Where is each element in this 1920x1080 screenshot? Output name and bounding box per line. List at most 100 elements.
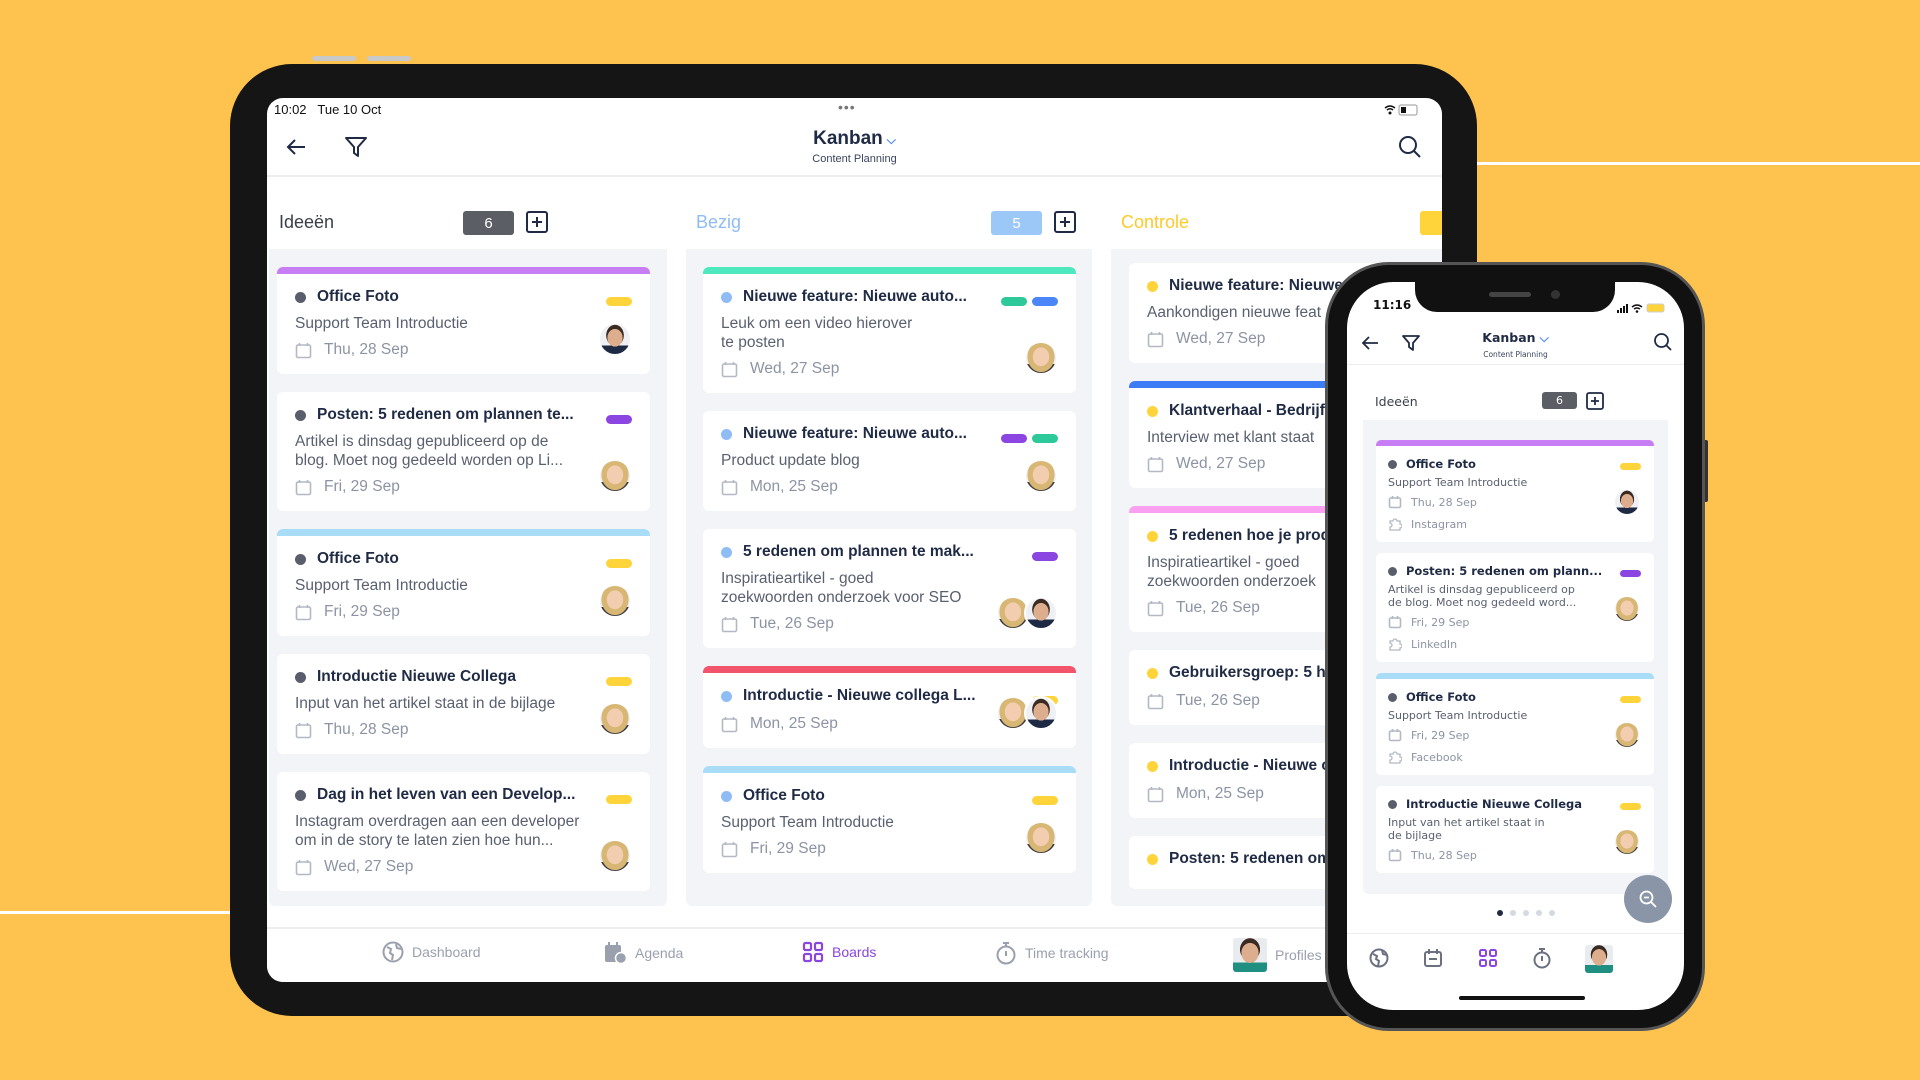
kanban-card[interactable]: Office Foto Support Team Introductie Fri, … [277,529,650,636]
page-dot[interactable] [1523,910,1529,916]
add-card-button[interactable] [1586,392,1604,414]
avatar[interactable] [1024,459,1058,493]
card-assignees [598,584,632,618]
avatar[interactable] [1613,721,1641,749]
card-description: Support Team Introductie [1388,476,1528,489]
zoom-out-button[interactable] [1624,875,1672,923]
card-list: Office Foto Support Team Introductie Thu, … [1363,420,1668,873]
card-description: om in de story te laten zien hoe hun... [295,832,554,849]
kanban-card[interactable]: Posten: 5 redenen om plannen te... Artike… [277,392,650,511]
page-indicator[interactable] [1497,910,1555,916]
avatar[interactable] [1024,596,1058,630]
kanban-card[interactable]: Office Foto Support Team Introductie Fri, … [1376,673,1654,775]
decor-line [0,911,232,914]
add-card-button[interactable] [1054,211,1076,233]
calendar-icon [295,604,312,620]
add-card-button[interactable] [526,211,548,233]
card-body: Office Foto Support Team Introductie Thu, … [1376,446,1654,542]
card-assignees [598,839,632,873]
card-date: Thu, 28 Sep [1388,493,1642,511]
status-dot [1147,760,1158,772]
page-dot[interactable] [1510,910,1516,916]
card-description: Inspiratieartikel - goed [721,570,874,587]
avatar[interactable] [1024,341,1058,375]
card-platform-text: LinkedIn [1411,637,1458,651]
card-description: Support Team Introductie [295,577,468,594]
page-subtitle: Content Planning [812,153,897,165]
avatar[interactable] [598,839,632,873]
kanban-card[interactable]: Introductie Nieuwe Collega Input van het … [1376,786,1654,873]
label-tag [1032,796,1058,805]
nav-profile-avatar[interactable] [1585,945,1613,973]
card-description: Artikel is dinsdag gepubliceerd op de [295,433,549,450]
card-title: 5 redenen om plannen te mak... [743,543,974,560]
nav-boards[interactable]: Boards [802,941,876,963]
nav-time-tracking[interactable] [1532,947,1552,973]
page-dot[interactable] [1549,910,1555,916]
nav-profiles[interactable]: Profiles [1233,938,1322,972]
card-date-text: Fri, 29 Sep [1411,728,1470,742]
kanban-card[interactable]: 5 redenen om plannen te mak... Inspiratie… [703,529,1076,648]
plus-square-icon [526,211,548,233]
multitask-dots-icon[interactable]: ••• [838,99,856,115]
avatar[interactable] [598,322,632,356]
nav-time-tracking[interactable]: Time tracking [995,941,1109,965]
card-date: Fri, 29 Sep [1388,613,1642,631]
label-tag [1032,552,1058,561]
card-platform: Facebook [1388,748,1642,766]
nav-boards[interactable] [1478,948,1498,972]
card-title: Office Foto [317,288,399,305]
avatar[interactable] [1024,821,1058,855]
kanban-card[interactable]: Office Foto Support Team Introductie Fri, … [703,766,1076,873]
avatar[interactable] [1613,488,1641,516]
card-title: 5 redenen hoe je prod [1169,527,1331,544]
search-icon[interactable] [1653,332,1673,356]
card-date-text: Thu, 28 Sep [1411,495,1477,509]
kanban-card[interactable]: Nieuwe feature: Nieuwe auto... Product up… [703,411,1076,511]
search-icon[interactable] [1397,134,1423,165]
nav-dashboard[interactable]: Dashboard [382,941,481,963]
nav-agenda[interactable] [1423,948,1443,972]
calendar-icon [295,859,312,875]
kanban-card[interactable]: Introductie Nieuwe Collega Input van het … [277,654,650,754]
kanban-card[interactable]: Dag in het leven van een Develop... Insta… [277,772,650,891]
status-dot [721,428,732,440]
kanban-card[interactable]: Office Foto Support Team Introductie Thu, … [277,267,650,374]
page-dot[interactable] [1497,910,1503,916]
card-assignees [598,459,632,493]
avatar[interactable] [1613,595,1641,623]
avatar[interactable] [598,459,632,493]
bottom-nav: Dashboard Agenda Boards Time tracking Pr… [267,927,1442,982]
nav-dashboard[interactable] [1369,948,1389,972]
status-dot [1147,405,1158,417]
calendar-icon [1388,729,1402,742]
kanban-card[interactable]: Office Foto Support Team Introductie Thu, … [1376,440,1654,542]
card-date-text: Fri, 29 Sep [750,840,826,857]
card-tags [606,795,632,804]
avatar[interactable] [1024,696,1058,730]
avatar[interactable] [1613,828,1641,856]
card-list: Office Foto Support Team Introductie Thu, … [269,249,667,906]
card-description: Input van het artikel staat in [1388,816,1545,829]
card-description: Input van het artikel staat in de bijlag… [295,695,556,712]
header-divider [1347,364,1684,365]
card-body: Nieuwe feature: Nieuwe auto... Product up… [703,411,1076,511]
kanban-card[interactable]: Nieuwe feature: Nieuwe auto... Leuk om ee… [703,267,1076,393]
avatar[interactable] [598,584,632,618]
kanban-card[interactable]: Posten: 5 redenen om plann... Artikel is … [1376,553,1654,662]
tablet-volume-button [367,56,411,61]
card-title-row: Office Foto [721,785,1058,807]
avatar[interactable] [598,702,632,736]
card-tags [1620,803,1641,810]
status-dot [1388,566,1397,576]
page-dot[interactable] [1536,910,1542,916]
status-dot [721,291,732,303]
card-date: Mon, 25 Sep [721,476,1058,498]
board-selector[interactable]: Kanban ⌵ [1347,330,1684,346]
nav-agenda[interactable]: Agenda [603,941,683,965]
calendar-icon [721,616,738,632]
kanban-card[interactable]: Introductie - Nieuwe collega L... Mon, 25… [703,666,1076,748]
card-platform: LinkedIn [1388,635,1642,653]
board-selector[interactable]: Kanban ⌵ [267,128,1442,150]
card-assignees [1613,828,1641,856]
